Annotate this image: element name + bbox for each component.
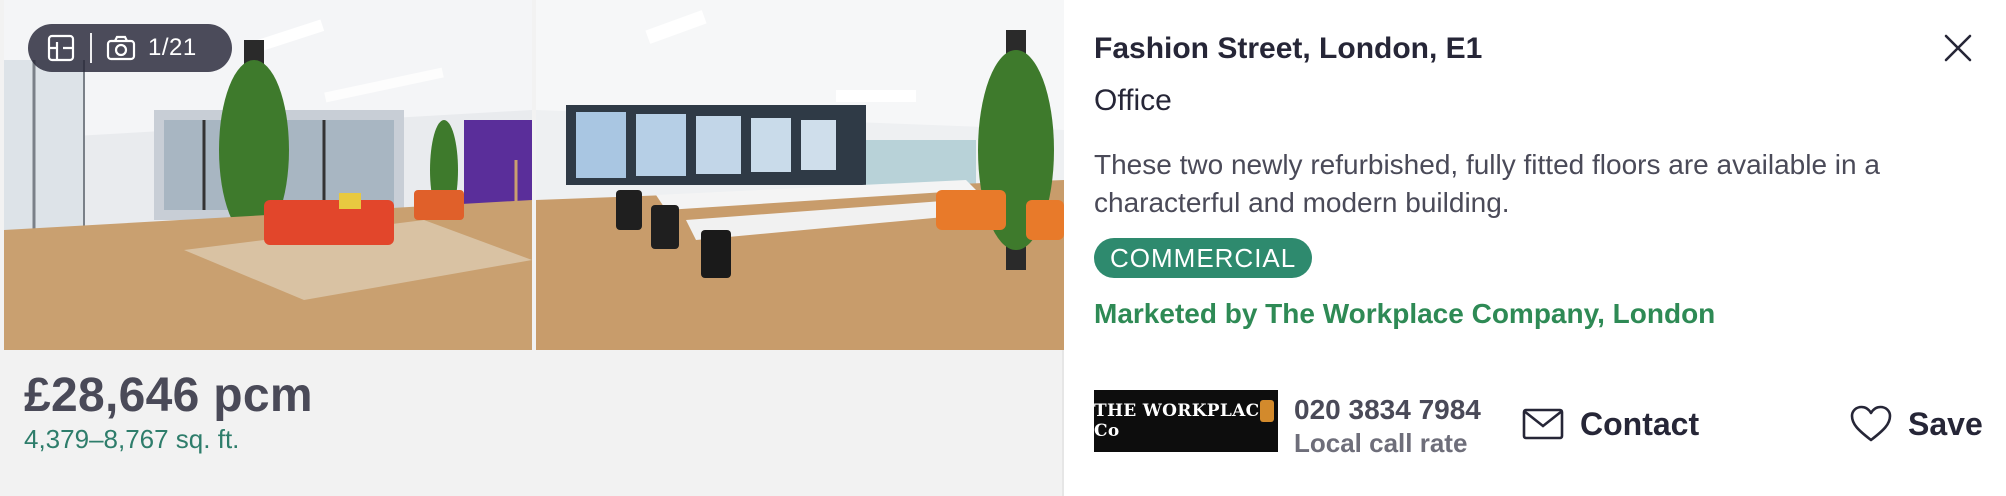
agent-logo-text: THE WORKPLACE Co	[1094, 401, 1273, 441]
gallery-counter-pill[interactable]: 1/21	[28, 24, 232, 72]
photo-counter: 1/21	[148, 34, 197, 61]
close-button[interactable]	[1940, 30, 1976, 66]
camera-icon[interactable]	[106, 33, 136, 63]
info-panel: Fashion Street, London, E1 Office These …	[1066, 0, 2006, 496]
listing-description: These two newly refurbished, fully fitte…	[1094, 149, 1880, 218]
contact-button[interactable]: Contact	[1522, 398, 1699, 450]
listing-price: £28,646 pcm	[24, 369, 313, 422]
save-label: Save	[1908, 405, 1983, 442]
listing-address[interactable]: Fashion Street, London, E1	[1094, 32, 1482, 66]
property-type: Office	[1094, 84, 1172, 117]
contact-label: Contact	[1580, 405, 1700, 442]
agent-logo-mark	[1260, 400, 1274, 422]
envelope-icon	[1522, 408, 1564, 440]
agent-logo[interactable]: THE WORKPLACE Co	[1094, 390, 1278, 452]
listing-size: 4,379–8,767 sq. ft.	[24, 424, 240, 454]
status-badge: COMMERCIAL	[1094, 238, 1313, 278]
close-icon	[1944, 34, 1972, 62]
save-button[interactable]: Save	[1850, 398, 1983, 450]
property-listing-card[interactable]: 1/21 £28,646 pcm 4,379–8,767 sq. ft. Fas…	[0, 0, 2006, 496]
agent-phone[interactable]: 020 3834 7984	[1294, 394, 1481, 426]
media-panel: 1/21 £28,646 pcm 4,379–8,767 sq. ft.	[0, 0, 1064, 496]
call-rate-note: Local call rate	[1294, 428, 1468, 458]
marketed-by-link[interactable]: Marketed by The Workplace Company, Londo…	[1094, 298, 1715, 330]
listing-photo-2[interactable]	[536, 0, 1064, 350]
heart-icon	[1850, 405, 1892, 442]
pill-divider	[90, 33, 92, 63]
floorplan-icon[interactable]	[46, 33, 76, 63]
